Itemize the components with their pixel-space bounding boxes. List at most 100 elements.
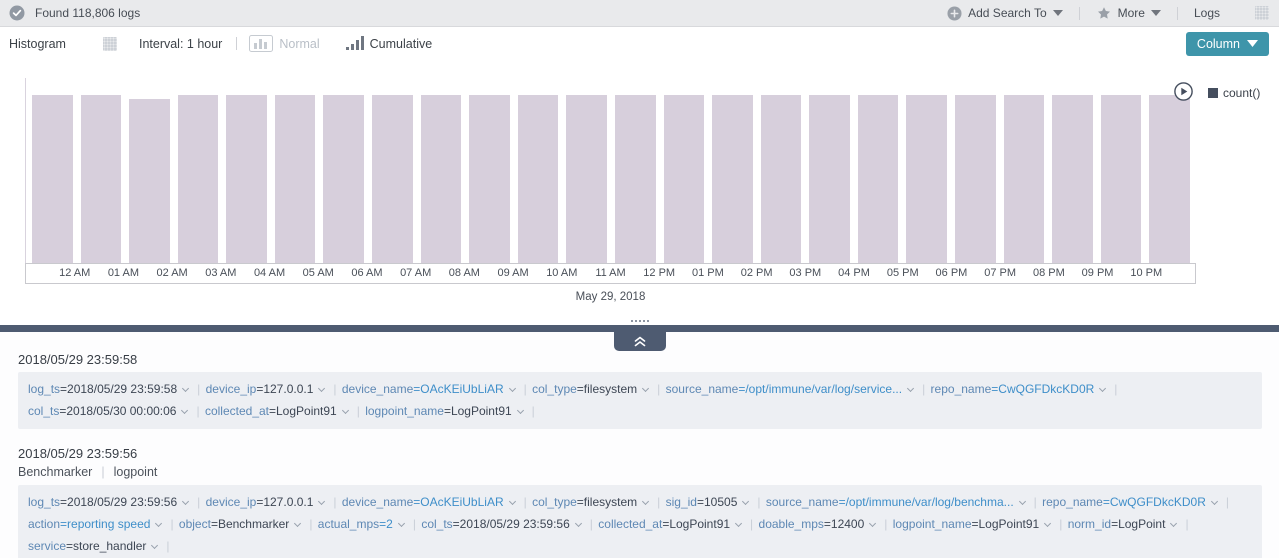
chevron-down-icon[interactable] xyxy=(575,520,582,527)
field-value: =10505 xyxy=(697,495,737,509)
chevron-down-icon[interactable] xyxy=(318,385,325,392)
cumulative-mode-button[interactable]: Cumulative xyxy=(346,36,433,51)
x-axis-tick: 01 AM xyxy=(108,267,139,279)
histogram-bar[interactable] xyxy=(1149,95,1190,263)
add-search-to-button[interactable]: Add Search To xyxy=(947,6,1063,21)
field-object[interactable]: object=Benchmarker| xyxy=(179,517,315,531)
chevron-down-icon[interactable] xyxy=(1170,520,1177,527)
histogram-bar[interactable] xyxy=(32,95,73,263)
field-norm_id[interactable]: norm_id=LogPoint| xyxy=(1068,517,1191,531)
histogram-bar[interactable] xyxy=(955,95,996,263)
histogram-bar[interactable] xyxy=(518,95,559,263)
histogram-bar[interactable] xyxy=(615,95,656,263)
normal-mode-button[interactable]: Normal xyxy=(249,35,319,52)
chevron-down-icon[interactable] xyxy=(1044,520,1051,527)
field-logpoint_name[interactable]: logpoint_name=LogPoint91| xyxy=(365,404,537,418)
histogram-bar[interactable] xyxy=(712,95,753,263)
chevron-down-icon[interactable] xyxy=(318,498,325,505)
field-doable_mps[interactable]: doable_mps=12400| xyxy=(759,517,890,531)
chevron-down-icon[interactable] xyxy=(509,385,516,392)
field-sig_id[interactable]: sig_id=10505| xyxy=(666,495,763,509)
chevron-down-icon[interactable] xyxy=(517,407,524,414)
histogram-bar[interactable] xyxy=(129,99,170,263)
field-collected_at[interactable]: collected_at=LogPoint91| xyxy=(205,404,362,418)
log-tag[interactable]: logpoint xyxy=(114,465,158,479)
field-service[interactable]: service=store_handler| xyxy=(28,539,172,553)
chevron-down-icon[interactable] xyxy=(742,498,749,505)
field-actual_mps[interactable]: actual_mps=2| xyxy=(318,517,418,531)
histogram-bar[interactable] xyxy=(858,95,899,263)
histogram-bar[interactable] xyxy=(664,95,705,263)
histogram-bar[interactable] xyxy=(421,95,462,263)
log-entry-list: 2018/05/29 23:59:58 log_ts=2018/05/29 23… xyxy=(0,332,1279,558)
grid-view-icon[interactable] xyxy=(1255,6,1269,20)
chevron-down-icon[interactable] xyxy=(642,498,649,505)
chevron-down-icon[interactable] xyxy=(642,385,649,392)
play-button[interactable] xyxy=(1174,82,1193,101)
chevron-down-icon[interactable] xyxy=(398,520,405,527)
log-tag[interactable]: Benchmarker xyxy=(18,465,92,479)
legend-count[interactable]: count() xyxy=(1208,86,1260,100)
field-value: =reporting speed xyxy=(60,517,150,531)
chevron-down-icon[interactable] xyxy=(182,385,189,392)
chevron-down-icon[interactable] xyxy=(1099,385,1106,392)
x-axis-tick: 12 PM xyxy=(643,267,675,279)
split-view-icon[interactable] xyxy=(1232,6,1247,20)
field-col_type[interactable]: col_type=filesystem| xyxy=(532,382,662,396)
field-repo_name[interactable]: repo_name=CwQGFDkcKD0R| xyxy=(1042,495,1231,509)
grid-view-icon[interactable] xyxy=(103,37,117,51)
field-source_name[interactable]: source_name=/opt/immune/var/log/service.… xyxy=(666,382,928,396)
more-menu-button[interactable]: More xyxy=(1096,6,1161,21)
field-action[interactable]: action=reporting speed| xyxy=(28,517,176,531)
chevron-down-icon[interactable] xyxy=(1019,498,1026,505)
collapse-panel-handle[interactable] xyxy=(614,332,666,351)
field-log_ts[interactable]: log_ts=2018/05/29 23:59:56| xyxy=(28,495,202,509)
field-separator: | xyxy=(166,539,169,553)
histogram-bar[interactable] xyxy=(566,95,607,263)
histogram-bar[interactable] xyxy=(1052,95,1093,263)
field-repo_name[interactable]: repo_name=CwQGFDkcKD0R| xyxy=(931,382,1120,396)
histogram-bar[interactable] xyxy=(906,95,947,263)
field-key: log_ts xyxy=(28,382,60,396)
field-device_ip[interactable]: device_ip=127.0.0.1| xyxy=(206,495,339,509)
chevron-down-icon[interactable] xyxy=(869,520,876,527)
chevron-down-icon[interactable] xyxy=(907,385,914,392)
field-device_ip[interactable]: device_ip=127.0.0.1| xyxy=(206,382,339,396)
field-device_name[interactable]: device_name=OAcKEiUbLiAR| xyxy=(342,382,529,396)
x-axis-tick: 01 PM xyxy=(692,267,724,279)
interval-selector[interactable]: Interval: 1 hour xyxy=(139,37,222,51)
histogram-bar[interactable] xyxy=(1004,95,1045,263)
histogram-bar[interactable] xyxy=(372,95,413,263)
field-device_name[interactable]: device_name=OAcKEiUbLiAR| xyxy=(342,495,529,509)
histogram-bar[interactable] xyxy=(761,95,802,263)
histogram-bar[interactable] xyxy=(226,95,267,263)
field-key: doable_mps xyxy=(759,517,824,531)
chevron-down-icon[interactable] xyxy=(181,407,188,414)
chevron-down-icon[interactable] xyxy=(294,520,301,527)
field-logpoint_name[interactable]: logpoint_name=LogPoint91| xyxy=(893,517,1065,531)
chevron-down-icon[interactable] xyxy=(155,520,162,527)
histogram-bar[interactable] xyxy=(178,95,219,263)
chevron-down-icon[interactable] xyxy=(182,498,189,505)
histogram-bar[interactable] xyxy=(1101,95,1142,263)
split-view-icon[interactable] xyxy=(80,37,95,51)
chevron-down-icon[interactable] xyxy=(509,498,516,505)
chevron-down-icon[interactable] xyxy=(1211,498,1218,505)
field-value: =LogPoint91 xyxy=(269,404,337,418)
column-dropdown-button[interactable]: Column xyxy=(1186,32,1269,56)
histogram-bar[interactable] xyxy=(469,95,510,263)
histogram-bar[interactable] xyxy=(323,95,364,263)
chevron-down-icon[interactable] xyxy=(151,542,158,549)
chevron-down-icon[interactable] xyxy=(342,407,349,414)
histogram-bar[interactable] xyxy=(81,95,122,263)
histogram-bar[interactable] xyxy=(809,95,850,263)
field-source_name[interactable]: source_name=/opt/immune/var/log/benchma.… xyxy=(766,495,1039,509)
chevron-down-icon[interactable] xyxy=(735,520,742,527)
field-col_type[interactable]: col_type=filesystem| xyxy=(532,495,662,509)
field-collected_at[interactable]: collected_at=LogPoint91| xyxy=(598,517,755,531)
field-col_ts[interactable]: col_ts=2018/05/29 23:59:56| xyxy=(421,517,595,531)
field-col_ts[interactable]: col_ts=2018/05/30 00:00:06| xyxy=(28,404,202,418)
field-log_ts[interactable]: log_ts=2018/05/29 23:59:58| xyxy=(28,382,202,396)
histogram-bar[interactable] xyxy=(275,95,316,263)
field-key: collected_at xyxy=(598,517,662,531)
